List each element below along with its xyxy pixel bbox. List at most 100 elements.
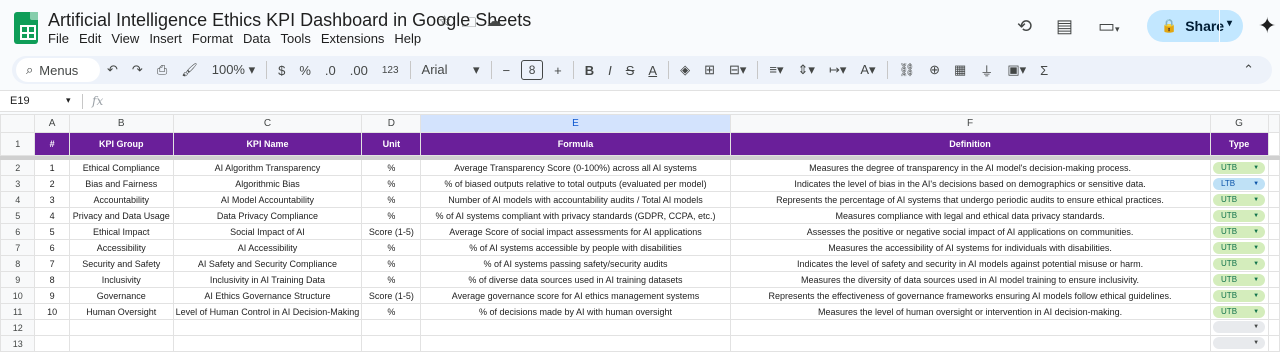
sheets-logo-icon[interactable] bbox=[14, 12, 38, 44]
cell-number[interactable]: 9 bbox=[34, 287, 70, 304]
menu-edit[interactable]: Edit bbox=[79, 31, 107, 46]
cell-unit[interactable]: % bbox=[361, 159, 422, 176]
cell-kpi-group[interactable]: Human Oversight bbox=[68, 303, 174, 320]
empty-cell[interactable] bbox=[172, 335, 363, 352]
cell-number[interactable]: 1 bbox=[34, 159, 70, 176]
column-header-e[interactable]: E bbox=[420, 114, 731, 133]
star-icon[interactable]: ☆ bbox=[438, 12, 451, 37]
empty-cell[interactable] bbox=[361, 335, 422, 352]
type-dropdown-chip[interactable]: UTB ▼ bbox=[1213, 209, 1266, 222]
menu-insert[interactable]: Insert bbox=[149, 31, 188, 46]
cell-kpi-group[interactable]: Governance bbox=[68, 287, 174, 304]
type-dropdown-chip[interactable]: UTB ▼ bbox=[1213, 161, 1266, 174]
text-rotation-icon[interactable]: A▾ bbox=[853, 62, 882, 78]
empty-cell[interactable] bbox=[68, 319, 174, 336]
type-dropdown-chip[interactable]: ▼ bbox=[1213, 320, 1266, 333]
cell-unit[interactable]: Score (1-5) bbox=[361, 223, 422, 240]
undo-icon[interactable]: ↶ bbox=[100, 62, 125, 78]
cell-formula[interactable]: % of diverse data sources used in AI tra… bbox=[420, 271, 731, 288]
cloud-status-icon[interactable]: ☁ bbox=[486, 12, 501, 37]
header-cell-definition[interactable]: Definition bbox=[729, 132, 1211, 156]
print-icon[interactable]: ⎙ bbox=[150, 62, 174, 78]
text-color-button[interactable]: A bbox=[641, 63, 664, 78]
cell-unit[interactable]: % bbox=[361, 207, 422, 224]
type-dropdown-chip[interactable]: UTB ▼ bbox=[1213, 257, 1266, 270]
column-header-g[interactable]: G bbox=[1209, 114, 1269, 133]
cell-kpi-name[interactable]: AI Accessibility bbox=[172, 239, 363, 256]
empty-cell[interactable] bbox=[420, 335, 731, 352]
cell-kpi-name[interactable]: AI Algorithm Transparency bbox=[172, 159, 363, 176]
text-wrapping-icon[interactable]: ↦▾ bbox=[822, 62, 853, 78]
type-dropdown-chip[interactable]: UTB ▼ bbox=[1213, 225, 1266, 238]
name-box-dropdown-icon[interactable]: ▾ bbox=[66, 95, 71, 106]
column-header-b[interactable]: B bbox=[68, 114, 174, 133]
menu-data[interactable]: Data bbox=[243, 31, 276, 46]
cell-unit[interactable]: % bbox=[361, 239, 422, 256]
cell-number[interactable]: 5 bbox=[34, 223, 70, 240]
cell-type[interactable]: UTB ▼ bbox=[1209, 223, 1269, 240]
font-size-input[interactable]: 8 bbox=[521, 60, 544, 80]
cell-kpi-group[interactable]: Ethical Impact bbox=[68, 223, 174, 240]
share-dropdown-icon[interactable]: ▾ bbox=[1227, 18, 1232, 29]
cell-kpi-group[interactable]: Security and Safety bbox=[68, 255, 174, 272]
cell-formula[interactable]: Average Score of social impact assessmen… bbox=[420, 223, 731, 240]
cell-kpi-name[interactable]: Algorithmic Bias bbox=[172, 175, 363, 192]
column-header-a[interactable]: A bbox=[34, 114, 70, 133]
cell-definition[interactable]: Indicates the level of safety and securi… bbox=[729, 255, 1211, 272]
number-format-button[interactable]: 123 bbox=[375, 65, 406, 76]
cell-formula[interactable]: % of AI systems accessible by people wit… bbox=[420, 239, 731, 256]
header-cell-number[interactable]: # bbox=[34, 132, 70, 156]
cell-definition[interactable]: Measures the accessibility of AI systems… bbox=[729, 239, 1211, 256]
insert-chart-icon[interactable]: ▦ bbox=[947, 62, 973, 78]
menu-extensions[interactable]: Extensions bbox=[321, 31, 391, 46]
menu-file[interactable]: File bbox=[48, 31, 75, 46]
merge-cells-icon[interactable]: ⊟▾ bbox=[722, 62, 753, 78]
filter-views-icon[interactable]: ▣▾ bbox=[1000, 62, 1033, 78]
type-dropdown-chip[interactable]: UTB ▼ bbox=[1213, 273, 1266, 286]
column-header-c[interactable]: C bbox=[172, 114, 363, 133]
cell-definition[interactable]: Measures compliance with legal and ethic… bbox=[729, 207, 1211, 224]
cell-kpi-group[interactable]: Ethical Compliance bbox=[68, 159, 174, 176]
row-header[interactable]: 13 bbox=[0, 335, 36, 352]
cell-formula[interactable]: % of AI systems compliant with privacy s… bbox=[420, 207, 731, 224]
paint-format-icon[interactable]: 🖌 bbox=[174, 62, 205, 78]
cell-type[interactable]: UTB ▼ bbox=[1209, 191, 1269, 208]
column-header-f[interactable]: F bbox=[729, 114, 1211, 133]
font-select[interactable]: Arial ▾ bbox=[415, 62, 487, 78]
select-all-corner[interactable] bbox=[0, 114, 36, 133]
borders-icon[interactable]: ⊞ bbox=[697, 62, 722, 78]
filter-icon[interactable]: ⏚ bbox=[973, 61, 1000, 80]
cell-kpi-name[interactable]: AI Ethics Governance Structure bbox=[172, 287, 363, 304]
meet-camera-icon[interactable]: ▭▾ bbox=[1098, 16, 1120, 37]
menu-tools[interactable]: Tools bbox=[280, 31, 316, 46]
cell-kpi-name[interactable]: Inclusivity in AI Training Data bbox=[172, 271, 363, 288]
bold-button[interactable]: B bbox=[578, 63, 601, 78]
cell-definition[interactable]: Measures the diversity of data sources u… bbox=[729, 271, 1211, 288]
search-menus[interactable]: ⌕ Menus bbox=[16, 58, 100, 82]
cell-definition[interactable]: Represents the percentage of AI systems … bbox=[729, 191, 1211, 208]
cell-number[interactable]: 4 bbox=[34, 207, 70, 224]
functions-icon[interactable]: Σ bbox=[1033, 63, 1055, 78]
cell-type[interactable]: UTB ▼ bbox=[1209, 287, 1269, 304]
cell-formula[interactable]: Number of AI models with accountability … bbox=[420, 191, 731, 208]
row-header[interactable]: 12 bbox=[0, 319, 36, 336]
cell-type[interactable]: UTB ▼ bbox=[1209, 239, 1269, 256]
cell-unit[interactable]: % bbox=[361, 175, 422, 192]
row-header[interactable]: 6 bbox=[0, 223, 36, 240]
row-header[interactable]: 5 bbox=[0, 207, 36, 224]
empty-cell[interactable] bbox=[361, 319, 422, 336]
row-header[interactable]: 3 bbox=[0, 175, 36, 192]
type-dropdown-chip[interactable]: UTB ▼ bbox=[1213, 193, 1266, 206]
cell-kpi-group[interactable]: Bias and Fairness bbox=[68, 175, 174, 192]
cell-definition[interactable]: Assesses the positive or negative social… bbox=[729, 223, 1211, 240]
cell-kpi-group[interactable]: Privacy and Data Usage bbox=[68, 207, 174, 224]
cell-unit[interactable]: % bbox=[361, 303, 422, 320]
cell-number[interactable]: 6 bbox=[34, 239, 70, 256]
name-box[interactable]: E19 bbox=[10, 95, 30, 107]
cell-unit[interactable]: % bbox=[361, 271, 422, 288]
vertical-align-icon[interactable]: ⇕▾ bbox=[791, 62, 822, 78]
cell-definition[interactable]: Measures the degree of transparency in t… bbox=[729, 159, 1211, 176]
cell-kpi-name[interactable]: AI Model Accountability bbox=[172, 191, 363, 208]
increase-decimal-button[interactable]: .00 bbox=[343, 63, 375, 78]
header-cell-unit[interactable]: Unit bbox=[361, 132, 422, 156]
